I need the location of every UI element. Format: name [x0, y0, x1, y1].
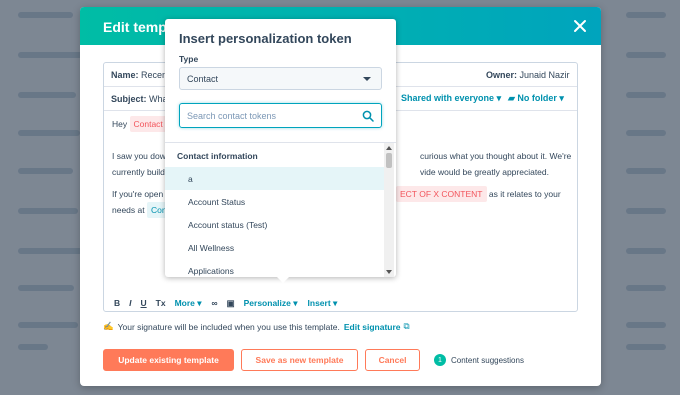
- search-input[interactable]: Search contact tokens: [179, 103, 382, 128]
- email-body-p2b[interactable]: needs at Con: [112, 202, 171, 218]
- popover-title: Insert personalization token: [179, 31, 352, 46]
- owner-label: Owner:: [486, 69, 518, 80]
- folder-icon: ▰: [508, 93, 518, 103]
- body-text: If you're open t: [112, 189, 168, 199]
- body-text: vide would be greatly appreciated.: [420, 167, 549, 177]
- list-item[interactable]: Applications: [165, 259, 384, 277]
- list-item[interactable]: All Wellness: [165, 236, 384, 259]
- type-select-value: Contact: [187, 73, 219, 84]
- more-dropdown[interactable]: More ▾: [175, 298, 202, 309]
- body-text: needs at: [112, 205, 145, 215]
- greeting-text: Hey: [112, 119, 128, 129]
- list-item[interactable]: Account Status: [165, 190, 384, 213]
- signature-icon: ✍: [103, 321, 114, 331]
- owner-value[interactable]: Junaid Nazir: [520, 70, 570, 80]
- link-icon[interactable]: ∞: [212, 298, 218, 308]
- shared-label: Shared with everyone: [401, 93, 495, 103]
- token-list: Contact information a Account Status Acc…: [165, 142, 396, 277]
- body-text: as it relates to your: [488, 189, 561, 199]
- search-icon[interactable]: [362, 110, 374, 122]
- insert-dropdown[interactable]: Insert ▾: [308, 298, 338, 309]
- signature-text: Your signature will be included when you…: [117, 321, 340, 332]
- folder-label: No folder: [517, 93, 557, 103]
- chevron-down-icon: ▾: [556, 93, 564, 103]
- popover-arrow: [276, 276, 290, 283]
- email-body-p2[interactable]: If you're open t: [112, 186, 168, 202]
- folder-dropdown[interactable]: ▰ No folder ▾: [508, 93, 564, 104]
- type-select[interactable]: Contact: [179, 67, 382, 90]
- body-text: currently buildi: [112, 167, 167, 177]
- update-template-button[interactable]: Update existing template: [103, 349, 234, 371]
- image-icon[interactable]: ▣: [227, 298, 235, 309]
- list-scrollbar[interactable]: [384, 143, 394, 277]
- personalize-label: Personalize: [243, 297, 291, 308]
- scroll-up-icon[interactable]: [386, 146, 392, 150]
- save-as-new-button[interactable]: Save as new template: [241, 349, 358, 371]
- email-body-line1[interactable]: Hey Contact: [112, 116, 167, 132]
- content-suggestions[interactable]: 1 Content suggestions: [434, 354, 524, 366]
- list-item[interactable]: a: [165, 167, 384, 190]
- email-body-p1b-right[interactable]: vide would be greatly appreciated.: [420, 164, 549, 180]
- external-link-icon[interactable]: ⧉: [404, 321, 410, 332]
- suggestions-count-badge: 1: [434, 354, 446, 366]
- body-text: I saw you down: [112, 151, 171, 161]
- email-body-p1b[interactable]: currently buildi: [112, 164, 167, 180]
- subject-label: Subject:: [111, 93, 147, 104]
- insert-label: Insert: [307, 297, 331, 308]
- italic-button[interactable]: I: [129, 298, 131, 308]
- group-header: Contact information: [177, 151, 258, 161]
- bold-button[interactable]: B: [114, 298, 120, 308]
- name-label: Name:: [111, 69, 139, 80]
- type-label: Type: [179, 54, 199, 64]
- clear-format-button[interactable]: Tx: [156, 298, 166, 308]
- close-icon[interactable]: [571, 17, 589, 35]
- email-body-p1-right[interactable]: curious what you thought about it. We're: [420, 148, 571, 164]
- suggestions-label: Content suggestions: [451, 355, 524, 365]
- content-token[interactable]: ECT OF X CONTENT: [396, 186, 487, 202]
- shared-dropdown[interactable]: Shared with everyone ▾: [401, 93, 501, 104]
- personalization-token-popover: Insert personalization token Type Contac…: [165, 19, 396, 277]
- chevron-down-icon: ▾: [496, 93, 502, 103]
- more-label: More: [174, 297, 195, 308]
- editor-toolbar: B I U Tx More ▾ ∞ ▣ Personalize ▾ Insert…: [114, 295, 347, 311]
- cancel-button[interactable]: Cancel: [365, 349, 420, 371]
- caret-down-icon: [363, 77, 371, 81]
- contact-token[interactable]: Contact: [129, 116, 167, 132]
- scroll-down-icon[interactable]: [386, 270, 392, 274]
- scrollbar-thumb[interactable]: [386, 153, 392, 168]
- search-placeholder: Search contact tokens: [187, 110, 277, 121]
- email-body-p2-right[interactable]: ECT OF X CONTENT as it relates to your: [396, 186, 561, 202]
- body-text: curious what you thought about it. We're: [420, 151, 572, 161]
- email-body-p1[interactable]: I saw you down: [112, 148, 171, 164]
- edit-signature-link[interactable]: Edit signature: [344, 322, 401, 332]
- underline-button[interactable]: U: [141, 298, 147, 308]
- list-item[interactable]: Account status (Test): [165, 213, 384, 236]
- personalize-dropdown[interactable]: Personalize ▾: [244, 298, 298, 309]
- signature-notice: ✍ Your signature will be included when y…: [103, 321, 410, 332]
